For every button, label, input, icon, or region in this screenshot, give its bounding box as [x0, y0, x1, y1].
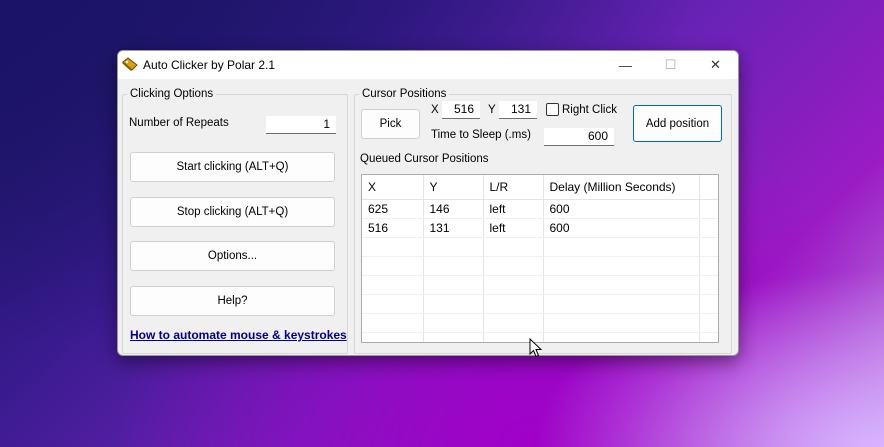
window-title: Auto Clicker by Polar 2.1	[143, 58, 276, 72]
empty-row	[362, 237, 718, 257]
x-input[interactable]: 516	[442, 101, 480, 119]
column-header-x[interactable]: X	[362, 175, 424, 200]
automate-link[interactable]: How to automate mouse & keystrokes	[130, 328, 347, 342]
column-header-lr[interactable]: L/R	[483, 175, 544, 200]
queued-positions-list[interactable]: X Y L/R Delay (Million Seconds) 625 146 …	[361, 174, 719, 343]
clicking-options-legend: Clicking Options	[130, 88, 214, 100]
empty-row	[362, 275, 718, 295]
repeats-label: Number of Repeats	[129, 117, 229, 129]
right-click-label: Right Click	[562, 104, 617, 116]
title-bar[interactable]: Auto Clicker by Polar 2.1 — ☐ ✕	[118, 51, 738, 79]
column-header-blank	[699, 175, 718, 200]
cell-blank	[699, 218, 718, 238]
add-position-button[interactable]: Add position	[633, 105, 722, 142]
sleep-input[interactable]: 600	[544, 128, 614, 146]
pick-button[interactable]: Pick	[361, 109, 420, 139]
cell-x: 625	[362, 199, 424, 219]
y-input[interactable]: 131	[499, 101, 537, 119]
repeats-input[interactable]: 1	[266, 116, 336, 134]
sleep-label: Time to Sleep (.ms)	[431, 129, 531, 141]
options-button[interactable]: Options...	[130, 241, 335, 271]
right-click-checkbox[interactable]	[546, 103, 559, 116]
empty-row	[362, 313, 718, 333]
app-icon	[122, 57, 138, 71]
empty-row	[362, 294, 718, 314]
cell-blank	[699, 199, 718, 219]
app-window: Auto Clicker by Polar 2.1 — ☐ ✕ Clicking…	[117, 50, 739, 356]
cell-lr: left	[483, 199, 544, 219]
column-header-y[interactable]: Y	[423, 175, 484, 200]
cell-delay: 600	[543, 218, 700, 238]
x-label: X	[431, 104, 439, 116]
empty-row	[362, 256, 718, 276]
maximize-icon[interactable]: ☐	[648, 51, 693, 79]
table-row[interactable]: 516 131 left 600	[362, 218, 718, 238]
help-button[interactable]: Help?	[130, 286, 335, 316]
stop-clicking-button[interactable]: Stop clicking (ALT+Q)	[130, 197, 335, 227]
table-row[interactable]: 625 146 left 600	[362, 199, 718, 219]
minimize-icon[interactable]: —	[603, 51, 648, 79]
queue-label: Queued Cursor Positions	[360, 153, 489, 165]
queue-header-row: X Y L/R Delay (Million Seconds)	[362, 175, 718, 200]
column-header-delay[interactable]: Delay (Million Seconds)	[543, 175, 700, 200]
cursor-positions-legend: Cursor Positions	[362, 88, 447, 100]
cell-x: 516	[362, 218, 424, 238]
y-label: Y	[488, 104, 496, 116]
close-icon[interactable]: ✕	[693, 51, 738, 79]
mouse-cursor-icon	[529, 338, 543, 358]
cell-y: 131	[423, 218, 484, 238]
queue-table: X Y L/R Delay (Million Seconds) 625 146 …	[362, 175, 718, 342]
cell-y: 146	[423, 199, 484, 219]
cell-lr: left	[483, 218, 544, 238]
cell-delay: 600	[543, 199, 700, 219]
start-clicking-button[interactable]: Start clicking (ALT+Q)	[130, 152, 335, 182]
